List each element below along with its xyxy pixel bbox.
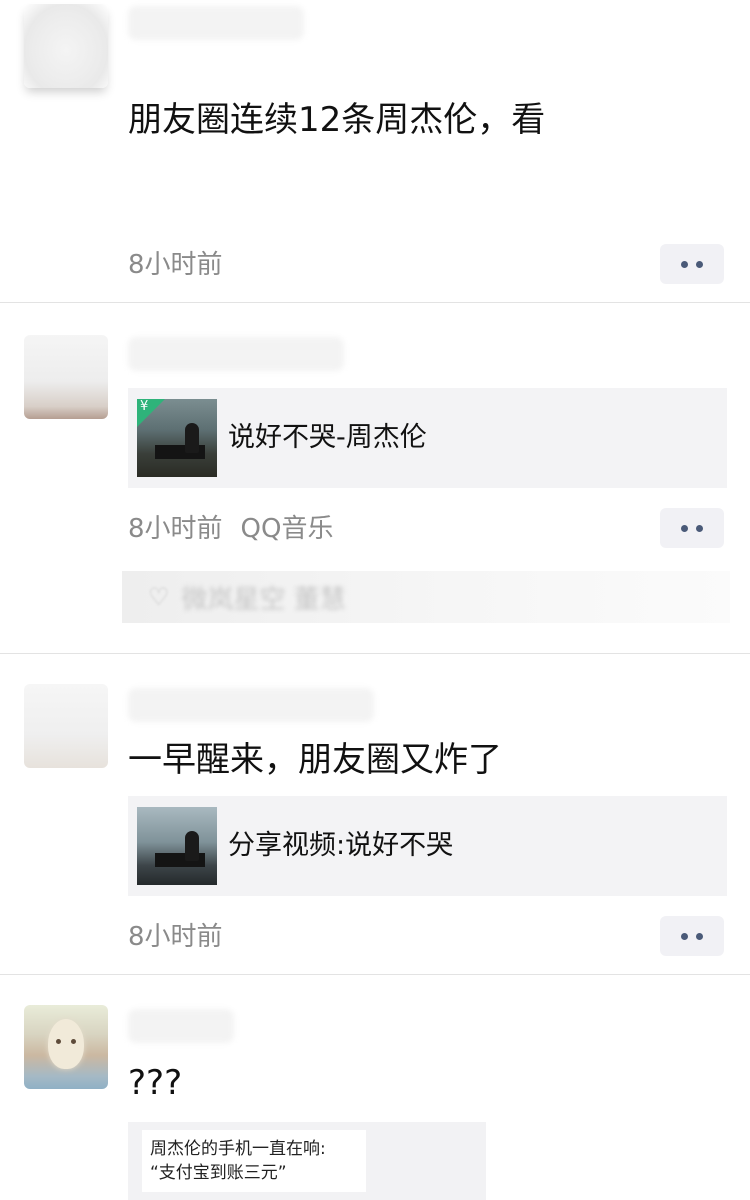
avatar[interactable] <box>24 335 108 419</box>
moments-feed: 朋友圈连续12条周杰伦，看 8小时前 ¥ 说好不哭-周杰伦 8小时前 QQ音乐 <box>0 0 750 1200</box>
avatar[interactable] <box>24 1005 108 1089</box>
likes-bar: ♡ 微岚星空 董慧 <box>122 571 730 623</box>
more-actions-button[interactable] <box>660 508 724 548</box>
moment-post-1: 朋友圈连续12条周杰伦，看 8小时前 <box>0 0 750 302</box>
heart-icon: ♡ <box>148 583 170 611</box>
moment-post-4: ??? 周杰伦的手机一直在响: “支付宝到账三元” <box>0 975 750 1200</box>
person-shape <box>185 831 199 861</box>
more-dots-icon <box>696 260 703 268</box>
post-text: 一早醒来，朋友圈又炸了 <box>128 740 502 780</box>
post-text: ??? <box>128 1063 183 1103</box>
avatar[interactable] <box>24 684 108 768</box>
quote-line: 周杰伦的手机一直在响: <box>150 1139 326 1159</box>
more-dots-icon <box>681 932 688 940</box>
more-dots-icon <box>681 524 688 532</box>
more-dots-icon <box>696 524 703 532</box>
more-actions-button[interactable] <box>660 916 724 956</box>
quote-box: 周杰伦的手机一直在响: “支付宝到账三元” <box>142 1130 366 1192</box>
video-thumbnail <box>137 807 217 885</box>
eye-shape <box>56 1039 61 1044</box>
username-obscured[interactable] <box>128 6 304 40</box>
person-shape <box>185 423 199 453</box>
image-card[interactable]: 周杰伦的手机一直在响: “支付宝到账三元” <box>128 1122 486 1200</box>
likes-names[interactable]: 微岚星空 董慧 <box>182 579 346 616</box>
post-meta: 8小时前 QQ音乐 <box>128 512 333 546</box>
username-obscured[interactable] <box>128 337 344 371</box>
album-cover-thumbnail: ¥ <box>137 399 217 477</box>
post-time: 8小时前 <box>128 250 223 280</box>
more-dots-icon <box>696 932 703 940</box>
more-dots-icon <box>681 260 688 268</box>
card-title: 说好不哭-周杰伦 <box>228 422 427 453</box>
quote-line: “支付宝到账三元” <box>150 1163 287 1183</box>
post-source-link[interactable]: QQ音乐 <box>241 514 334 544</box>
eye-shape <box>71 1039 76 1044</box>
avatar[interactable] <box>24 4 108 88</box>
paid-badge-label: ¥ <box>140 399 149 414</box>
post-text: 朋友圈连续12条周杰伦，看 <box>128 100 546 140</box>
llama-icon <box>48 1019 84 1069</box>
username-obscured[interactable] <box>128 688 374 722</box>
moment-post-3: 一早醒来，朋友圈又炸了 分享视频:说好不哭 8小时前 <box>0 654 750 974</box>
post-time: 8小时前 <box>128 922 223 952</box>
post-time: 8小时前 <box>128 514 223 544</box>
moment-post-2: ¥ 说好不哭-周杰伦 8小时前 QQ音乐 ♡ 微岚星空 董慧 <box>0 303 750 653</box>
card-title: 分享视频:说好不哭 <box>228 830 454 861</box>
video-share-card[interactable]: 分享视频:说好不哭 <box>128 796 727 896</box>
username-obscured[interactable] <box>128 1009 234 1043</box>
music-share-card[interactable]: ¥ 说好不哭-周杰伦 <box>128 388 727 488</box>
more-actions-button[interactable] <box>660 244 724 284</box>
